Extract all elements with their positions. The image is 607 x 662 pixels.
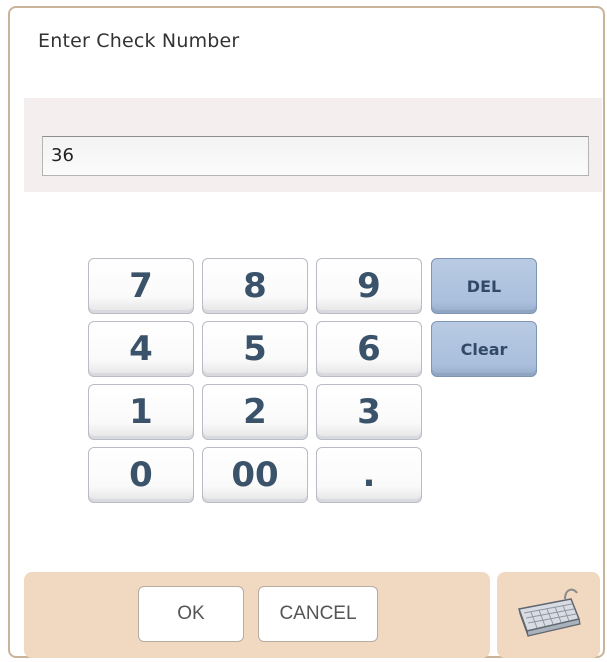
key-2[interactable]: 2 [202,384,308,440]
key-00[interactable]: 00 [202,447,308,503]
key-1[interactable]: 1 [88,384,194,440]
key-3[interactable]: 3 [316,384,422,440]
key-decimal[interactable]: . [316,447,422,503]
key-6[interactable]: 6 [316,321,422,377]
key-9[interactable]: 9 [316,258,422,314]
dialog-title: Enter Check Number [38,30,240,52]
del-button[interactable]: DEL [431,258,537,314]
keyboard-toggle-button[interactable] [497,572,600,658]
key-8[interactable]: 8 [202,258,308,314]
keyboard-icon [511,583,587,647]
input-area: 36 [24,98,602,192]
ok-button[interactable]: OK [138,586,244,642]
footer-actions: OK CANCEL [24,572,490,658]
key-0[interactable]: 0 [88,447,194,503]
check-number-input[interactable]: 36 [42,136,589,176]
check-number-dialog: Enter Check Number 36 7 8 9 DEL 4 5 6 Cl… [8,6,605,658]
key-4[interactable]: 4 [88,321,194,377]
clear-button[interactable]: Clear [431,321,537,377]
cancel-button[interactable]: CANCEL [258,586,378,642]
key-5[interactable]: 5 [202,321,308,377]
key-7[interactable]: 7 [88,258,194,314]
